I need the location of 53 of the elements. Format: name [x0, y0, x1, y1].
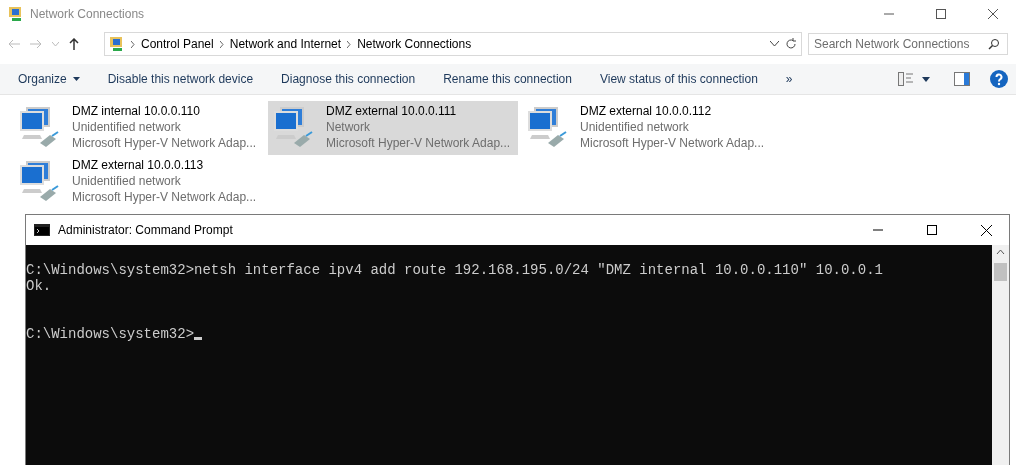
dropdown-arrow-icon	[72, 77, 80, 81]
more-commands-button[interactable]: »	[775, 67, 803, 91]
console-line: Ok.	[26, 278, 53, 294]
breadcrumb[interactable]: Network and Internet	[229, 37, 342, 51]
preview-pane-icon[interactable]	[954, 72, 970, 86]
breadcrumb[interactable]: Control Panel	[141, 37, 214, 51]
view-options-icon[interactable]	[898, 72, 914, 86]
chevron-down-icon[interactable]	[770, 41, 779, 47]
refresh-icon[interactable]	[785, 38, 797, 50]
window-title: Network Connections	[30, 7, 146, 21]
command-button[interactable]: Disable this network device	[97, 67, 264, 91]
connection-status: Unidentified network	[72, 119, 182, 135]
adapter-name: Microsoft Hyper-V Network Adap...	[326, 135, 511, 151]
console-prompt: C:\Windows\system32>	[26, 326, 195, 342]
connection-name: DMZ external 10.0.0.113	[72, 157, 205, 173]
connection-status: Network	[326, 119, 371, 135]
adapter-name: Microsoft Hyper-V Network Adap...	[72, 189, 257, 205]
command-button[interactable]: Rename this connection	[433, 67, 582, 91]
scrollbar[interactable]	[992, 245, 1009, 465]
scrollbar-thumb[interactable]	[994, 263, 1007, 281]
maximize-icon	[927, 225, 937, 235]
close-icon	[980, 224, 992, 236]
connection-status: Unidentified network	[580, 119, 690, 135]
connection-item[interactable]: DMZ external 10.0.0.111 Network Microsoft Hyper-V Network Adap...	[268, 101, 518, 155]
chevron-right-icon	[131, 40, 135, 48]
connection-item[interactable]: DMZ internal 10.0.0.110 Unidentified network Microsoft Hyper-V Network Adap...	[14, 101, 264, 155]
console-line: C:\Windows\system32>netsh interface ipv4 add route 192.168.195.0/24 "DMZ internal 10.0.0.110" 10.0.0.1	[26, 262, 884, 278]
network-folder-icon	[109, 36, 125, 52]
connection-item[interactable]: DMZ external 10.0.0.112 Unidentified network Microsoft Hyper-V Network Adap...	[522, 101, 772, 155]
adapter-name: Microsoft Hyper-V Network Adap...	[580, 135, 765, 151]
up-arrow-icon[interactable]	[69, 38, 79, 50]
connection-item[interactable]: DMZ external 10.0.0.113 Unidentified network Microsoft Hyper-V Network Adap...	[14, 155, 264, 209]
maximize-icon	[936, 9, 946, 19]
console-title: Administrator: Command Prompt	[58, 223, 234, 237]
console-icon	[34, 224, 50, 236]
connection-name: DMZ external 10.0.0.112	[580, 103, 713, 119]
adapter-name: Microsoft Hyper-V Network Adap...	[72, 135, 257, 151]
search-field[interactable]: Search Network Connections	[808, 33, 1008, 55]
dropdown-arrow-icon[interactable]	[922, 76, 930, 82]
help-icon[interactable]	[990, 70, 1008, 88]
search-icon[interactable]	[988, 38, 1000, 50]
network-folder-icon	[8, 6, 24, 22]
breadcrumb[interactable]: Network Connections	[357, 37, 472, 51]
command-button[interactable]: View status of this connection	[589, 67, 768, 91]
connection-status: Unidentified network	[72, 173, 182, 189]
close-icon	[988, 9, 998, 19]
connection-name: DMZ internal 10.0.0.110	[72, 103, 201, 119]
command-button[interactable]: Diagnose this connection	[271, 67, 426, 91]
connection-name: DMZ external 10.0.0.111	[326, 103, 458, 119]
address-bar[interactable]: Control Panel Network and Internet Network Connections	[104, 32, 802, 56]
organize-menu[interactable]: Organize	[8, 67, 90, 91]
chevron-right-icon	[347, 40, 352, 48]
chevron-right-icon	[219, 40, 224, 48]
